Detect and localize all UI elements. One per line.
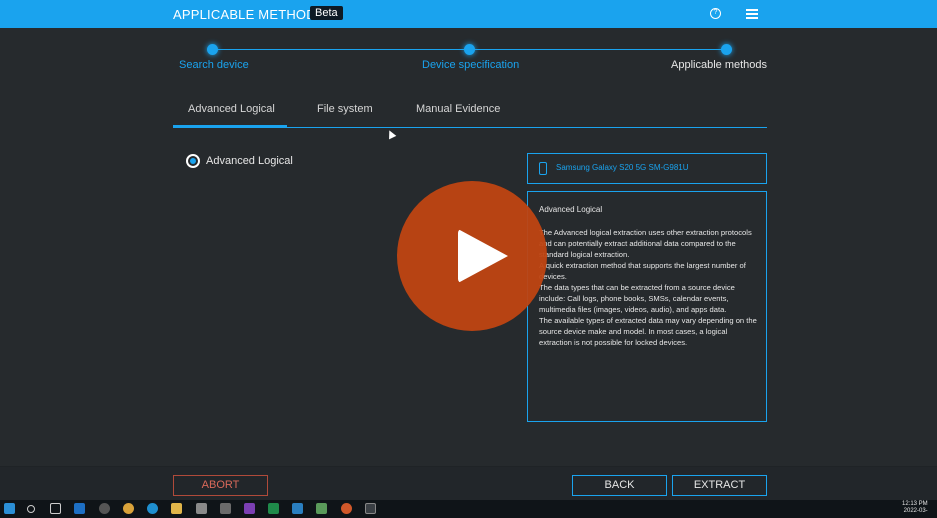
clock-date: 2022-03- xyxy=(903,508,928,514)
chrome-icon[interactable] xyxy=(123,503,134,514)
footer-bar xyxy=(0,466,937,500)
mouse-cursor-icon xyxy=(385,128,397,140)
play-icon[interactable] xyxy=(458,229,508,283)
app-icon[interactable] xyxy=(99,503,110,514)
notepad-icon[interactable] xyxy=(316,503,327,514)
step-dot-applicable-methods xyxy=(721,44,732,55)
method-tabs: Advanced Logical File system Manual Evid… xyxy=(173,100,767,128)
extract-button[interactable]: EXTRACT xyxy=(672,475,767,496)
onenote-icon[interactable] xyxy=(244,503,255,514)
hamburger-menu-icon[interactable] xyxy=(746,9,758,19)
active-tab-indicator xyxy=(173,125,287,128)
edge-icon[interactable] xyxy=(147,503,158,514)
app-icon[interactable] xyxy=(196,503,207,514)
app-icon[interactable] xyxy=(365,503,376,514)
step-label-applicable-methods: Applicable methods xyxy=(671,59,768,71)
back-button[interactable]: BACK xyxy=(572,475,667,496)
windows-start-icon[interactable] xyxy=(4,503,15,514)
folder-icon[interactable] xyxy=(171,503,182,514)
app-icon[interactable] xyxy=(220,503,231,514)
title-bar: APPLICABLE METHODS Beta ? xyxy=(0,0,937,28)
outlook-icon[interactable] xyxy=(74,503,85,514)
description-title: Advanced Logical xyxy=(539,205,603,214)
description-body: The Advanced logical extraction uses oth… xyxy=(539,228,757,347)
app-title: APPLICABLE METHODS xyxy=(173,7,325,22)
app-icon[interactable] xyxy=(292,503,303,514)
step-label-device-specification[interactable]: Device specification xyxy=(422,59,519,71)
step-dot-device-specification xyxy=(464,44,475,55)
tab-advanced-logical[interactable]: Advanced Logical xyxy=(188,103,275,115)
search-icon[interactable] xyxy=(27,505,35,513)
clock-time: 12:13 PM xyxy=(902,501,928,507)
advanced-logical-radio-label[interactable]: Advanced Logical xyxy=(206,155,293,167)
device-info-box: Samsung Galaxy S20 5G SM-G981U xyxy=(527,153,767,184)
device-name: Samsung Galaxy S20 5G SM-G981U xyxy=(556,163,689,172)
phone-icon xyxy=(539,162,547,175)
app-window: APPLICABLE METHODS Beta ? Search device … xyxy=(0,0,937,518)
advanced-logical-radio[interactable] xyxy=(186,154,200,168)
task-view-icon[interactable] xyxy=(50,503,61,514)
beta-badge: Beta xyxy=(310,6,343,20)
excel-icon[interactable] xyxy=(268,503,279,514)
help-icon[interactable]: ? xyxy=(710,8,721,19)
windows-taskbar xyxy=(0,500,937,518)
method-description-panel: Advanced Logical The Advanced logical ex… xyxy=(527,191,767,422)
tab-manual-evidence[interactable]: Manual Evidence xyxy=(416,103,500,115)
tab-file-system[interactable]: File system xyxy=(317,103,373,115)
step-dot-search-device xyxy=(207,44,218,55)
powerpoint-icon[interactable] xyxy=(341,503,352,514)
abort-button[interactable]: ABORT xyxy=(173,475,268,496)
step-label-search-device[interactable]: Search device xyxy=(179,59,249,71)
taskbar-clock[interactable]: 12:13 PM 2022-03- xyxy=(902,501,928,515)
